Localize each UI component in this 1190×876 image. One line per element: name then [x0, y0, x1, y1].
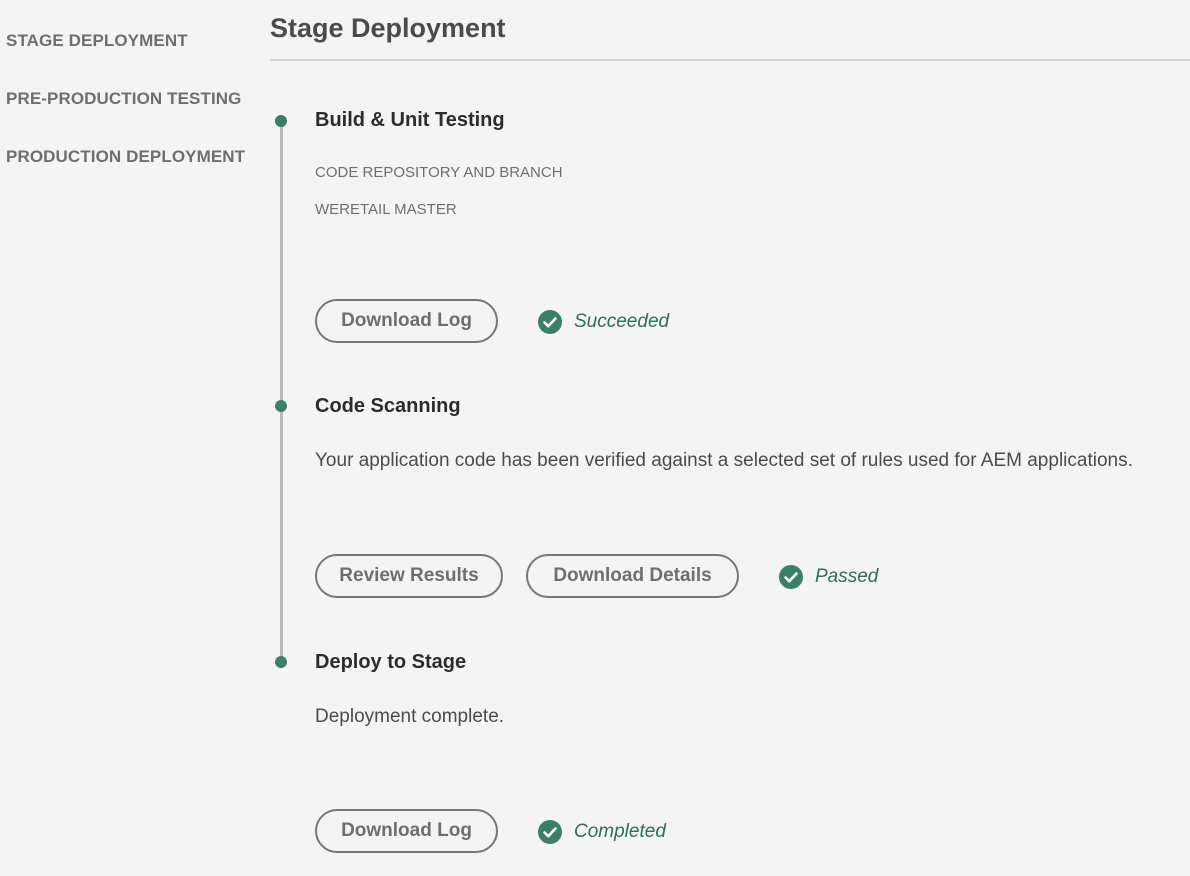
sidebar-item-production-deployment[interactable]: PRODUCTION DEPLOYMENT [6, 147, 245, 167]
timeline-dot [275, 400, 287, 412]
status-label: Passed [815, 566, 879, 587]
step-title-code-scanning: Code Scanning [315, 395, 461, 417]
step-title-deploy-to-stage: Deploy to Stage [315, 651, 467, 673]
download-log-button[interactable]: Download Log [315, 809, 498, 853]
step-description-deploy: Deployment complete. [315, 706, 505, 727]
check-circle-icon [538, 820, 562, 844]
repo-branch-value: WERETAIL MASTER [315, 201, 457, 218]
repo-branch-label: CODE REPOSITORY AND BRANCH [315, 164, 563, 181]
timeline-dot [275, 115, 287, 127]
status-succeeded: Succeeded [538, 310, 669, 334]
page-title: Stage Deployment [270, 13, 506, 43]
timeline-dot [275, 656, 287, 668]
check-circle-icon [779, 565, 803, 589]
check-circle-icon [538, 310, 562, 334]
title-divider [270, 59, 1190, 61]
sidebar-item-stage-deployment[interactable]: STAGE DEPLOYMENT [6, 31, 188, 51]
sidebar-item-pre-production-testing[interactable]: PRE-PRODUCTION TESTING [6, 89, 242, 109]
status-label: Succeeded [574, 311, 670, 332]
status-passed: Passed [779, 565, 878, 589]
step-description-code-scanning: Your application code has been verified … [315, 450, 1133, 471]
step-title-build: Build & Unit Testing [315, 109, 505, 131]
review-results-button[interactable]: Review Results [315, 554, 503, 598]
download-log-button[interactable]: Download Log [315, 299, 498, 343]
status-completed: Completed [538, 820, 666, 844]
status-label: Completed [574, 821, 666, 842]
timeline-line [280, 121, 283, 661]
download-details-button[interactable]: Download Details [526, 554, 739, 598]
